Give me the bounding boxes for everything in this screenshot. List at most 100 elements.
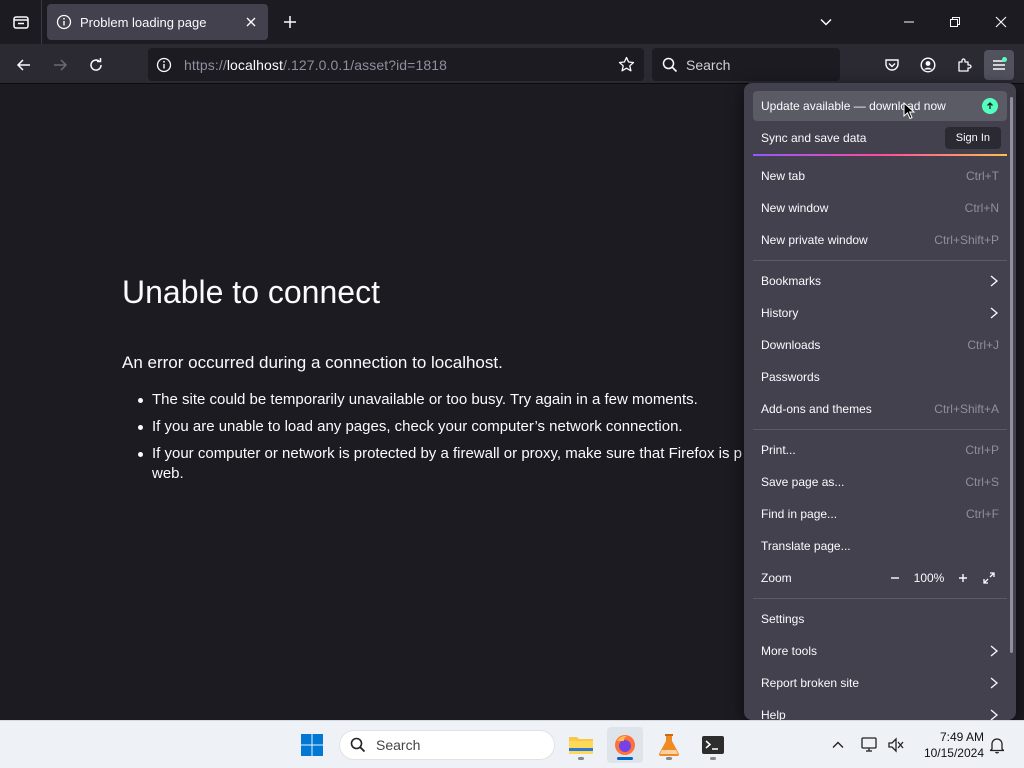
puzzle-icon [958,58,972,72]
minimize-icon [904,21,914,23]
search-placeholder: Search [686,56,731,73]
list-item: If you are unable to load any pages, che… [138,417,772,437]
error-title: Unable to connect [122,274,380,310]
close-icon [246,17,256,27]
sync-row[interactable]: Sync and save data Sign In [753,123,1007,153]
terminal-taskbar-button[interactable] [695,727,731,763]
menu-item-label: Print... [761,443,796,457]
pocket-button[interactable] [877,50,907,80]
menu-item-shortcut: Ctrl+T [966,169,999,183]
chevron-right-icon [990,307,999,319]
info-icon [56,14,72,30]
menu-item-settings[interactable]: Settings [753,604,1007,634]
zoom-out-button[interactable] [885,568,905,588]
menu-item-save-page[interactable]: Save page as... Ctrl+S [753,467,1007,497]
chevron-right-icon [990,645,999,657]
forward-button[interactable] [45,50,75,80]
taskbar-clock[interactable]: 7:49 AM 10/15/2024 [914,729,984,761]
back-button[interactable] [9,50,39,80]
menu-item-label: Translate page... [761,539,851,553]
volume-tray-button[interactable] [884,733,908,757]
menu-item-bookmarks[interactable]: Bookmarks [753,266,1007,296]
menu-item-history[interactable]: History [753,298,1007,328]
menu-item-label: Zoom [761,571,792,585]
windows-taskbar: Search 7:49 AM 10/15/2024 [0,720,1024,768]
app-menu-button[interactable] [984,50,1014,80]
search-icon [662,57,678,73]
menu-item-translate-page[interactable]: Translate page... [753,531,1007,561]
menu-item-report-broken-site[interactable]: Report broken site [753,668,1007,698]
close-icon [995,16,1007,28]
file-explorer-taskbar-button[interactable] [563,727,599,763]
menu-item-label: More tools [761,644,818,658]
speaker-muted-icon [888,737,904,753]
menu-item-help[interactable]: Help [753,700,1007,720]
list-all-tabs-button[interactable] [812,8,840,36]
clock-time: 7:49 AM [939,730,984,744]
chevron-right-icon [990,709,999,720]
extensions-button[interactable] [949,50,979,80]
menu-item-shortcut: Ctrl+Shift+A [934,402,999,416]
restore-button[interactable] [932,0,978,44]
menu-item-label: Save page as... [761,475,845,489]
tab-problem-loading[interactable]: Problem loading page [47,4,268,40]
menu-separator [753,260,1007,261]
chevron-right-icon [990,275,999,287]
menu-item-shortcut: Ctrl+P [965,443,999,457]
zoom-level[interactable]: 100% [905,571,953,585]
chevron-down-icon [820,18,832,26]
address-bar[interactable]: https://localhost/.127.0.0.1/asset?id=18… [148,48,644,81]
fullscreen-button[interactable] [979,568,999,588]
site-info-icon[interactable] [156,57,172,73]
start-button[interactable] [294,727,330,763]
zoom-in-button[interactable] [953,568,973,588]
list-item: If your computer or network is protected… [138,444,772,484]
menu-item-label: New tab [761,169,806,183]
new-tab-button[interactable] [276,8,304,36]
menu-item-shortcut: Ctrl+Shift+P [934,233,999,247]
sign-in-button[interactable]: Sign In [944,127,1001,149]
menu-item-zoom: Zoom 100% [753,563,1007,593]
menu-item-passwords[interactable]: Passwords [753,362,1007,392]
clock-date: 10/15/2024 [923,746,984,760]
show-hidden-icons-button[interactable] [826,733,850,757]
plus-icon [959,574,967,582]
menu-item-downloads[interactable]: Downloads Ctrl+J [753,330,1007,360]
taskbar-search-box[interactable]: Search [339,730,555,760]
firefox-icon [615,735,635,755]
menu-item-label: Add-ons and themes [761,402,872,416]
navigation-toolbar: https://localhost/.127.0.0.1/asset?id=18… [0,44,1024,84]
minimize-button[interactable] [886,0,932,44]
close-window-button[interactable] [978,0,1024,44]
menu-item-new-tab[interactable]: New tab Ctrl+T [753,161,1007,191]
terminal-icon [702,736,724,754]
bookmark-star-icon[interactable] [618,56,635,73]
notifications-button[interactable] [985,733,1009,757]
menu-item-more-tools[interactable]: More tools [753,636,1007,666]
menu-item-label: Find in page... [761,507,838,521]
close-tab-button[interactable] [238,9,264,35]
network-tray-button[interactable] [858,733,882,757]
taskbar-search-label: Search [376,737,421,753]
update-available-banner[interactable]: Update available — download now [753,91,1007,121]
menu-scrollbar[interactable] [1010,97,1013,653]
menu-item-new-private-window[interactable]: New private window Ctrl+Shift+P [753,225,1007,255]
firefox-view-button[interactable] [0,0,42,44]
sync-gradient-divider [753,154,1007,156]
lab-app-taskbar-button[interactable] [651,727,687,763]
reload-button[interactable] [81,50,111,80]
firefox-taskbar-button[interactable] [607,727,643,763]
menu-item-find-in-page[interactable]: Find in page... Ctrl+F [753,499,1007,529]
search-bar[interactable]: Search [652,48,840,81]
menu-item-label: Passwords [761,370,820,384]
update-arrow-icon [982,98,998,114]
network-icon [861,737,877,752]
tab-strip: Problem loading page [0,0,1024,44]
url-text: https://localhost/.127.0.0.1/asset?id=18… [184,57,447,73]
active-indicator [617,757,633,760]
menu-item-new-window[interactable]: New window Ctrl+N [753,193,1007,223]
account-button[interactable] [913,50,943,80]
menu-item-print[interactable]: Print... Ctrl+P [753,435,1007,465]
menu-item-addons-themes[interactable]: Add-ons and themes Ctrl+Shift+A [753,394,1007,424]
forward-arrow-icon [54,59,68,71]
